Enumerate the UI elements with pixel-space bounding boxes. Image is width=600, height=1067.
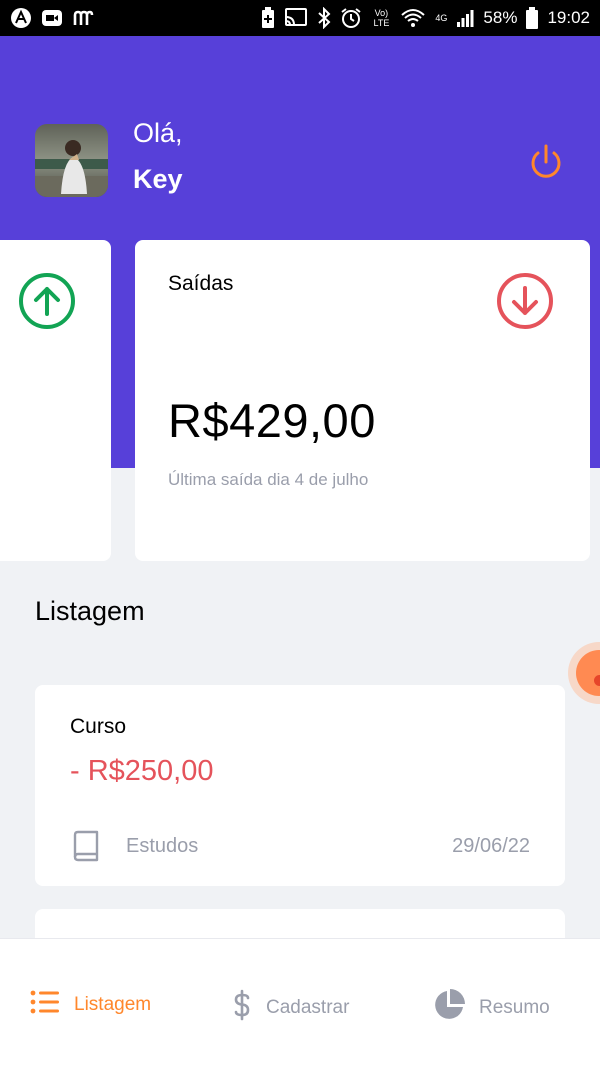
transaction-amount: - R$250,00 (70, 755, 214, 787)
cast-icon (284, 7, 308, 29)
m-app-icon (72, 7, 94, 29)
alarm-icon (340, 7, 362, 29)
tab-listagem-label: Listagem (74, 994, 152, 1015)
tab-listagem[interactable]: Listagem (30, 989, 151, 1021)
pie-chart-icon (433, 989, 465, 1027)
floating-button[interactable] (568, 642, 600, 704)
battery-icon (526, 7, 539, 29)
avatar[interactable] (35, 124, 108, 197)
volte-icon: Vo) LTE (373, 8, 390, 28)
floating-button-inner (576, 650, 600, 696)
app-a-icon (10, 7, 32, 29)
listing-title: Listagem (35, 596, 145, 626)
tab-cadastrar-label: Cadastrar (266, 997, 350, 1018)
outflow-card-subtitle: Última saída dia 4 de julho (168, 470, 369, 489)
arrow-up-circle-icon (18, 272, 76, 330)
tab-resumo[interactable]: Resumo (433, 989, 550, 1027)
status-bar: Vo) LTE 4G 58% 19:02 (0, 0, 600, 36)
user-name: Key (133, 164, 183, 194)
dot-icon (594, 675, 600, 686)
battery-saver-icon (261, 7, 275, 29)
tab-cadastrar[interactable]: Cadastrar (232, 989, 349, 1027)
network-type: 4G (435, 13, 448, 23)
list-icon (30, 989, 60, 1021)
arrow-down-circle-icon (496, 272, 554, 330)
signal-icon (456, 8, 474, 28)
wifi-icon (400, 7, 426, 29)
transaction-category: Estudos (126, 835, 199, 857)
outflow-card-title: Saídas (168, 272, 234, 295)
outflow-card-amount: R$429,00 (168, 394, 376, 447)
bottom-tab-bar: Listagem Cadastrar Resumo (0, 938, 600, 1067)
transaction-date: 29/06/22 (452, 835, 530, 857)
video-camera-icon (41, 7, 63, 29)
power-icon[interactable] (526, 142, 566, 182)
bluetooth-icon (317, 7, 331, 29)
dollar-icon (232, 989, 252, 1027)
greeting: Olá, (133, 118, 183, 148)
transaction-card[interactable]: Curso - R$250,00 Estudos 29/06/22 (35, 685, 565, 886)
battery-percentage: 58% (483, 8, 518, 27)
status-left (10, 7, 94, 29)
status-right: Vo) LTE 4G 58% 19:02 (261, 7, 590, 29)
clock: 19:02 (547, 8, 590, 27)
transaction-title: Curso (70, 715, 127, 738)
book-icon (72, 830, 100, 862)
tab-resumo-label: Resumo (479, 997, 550, 1018)
